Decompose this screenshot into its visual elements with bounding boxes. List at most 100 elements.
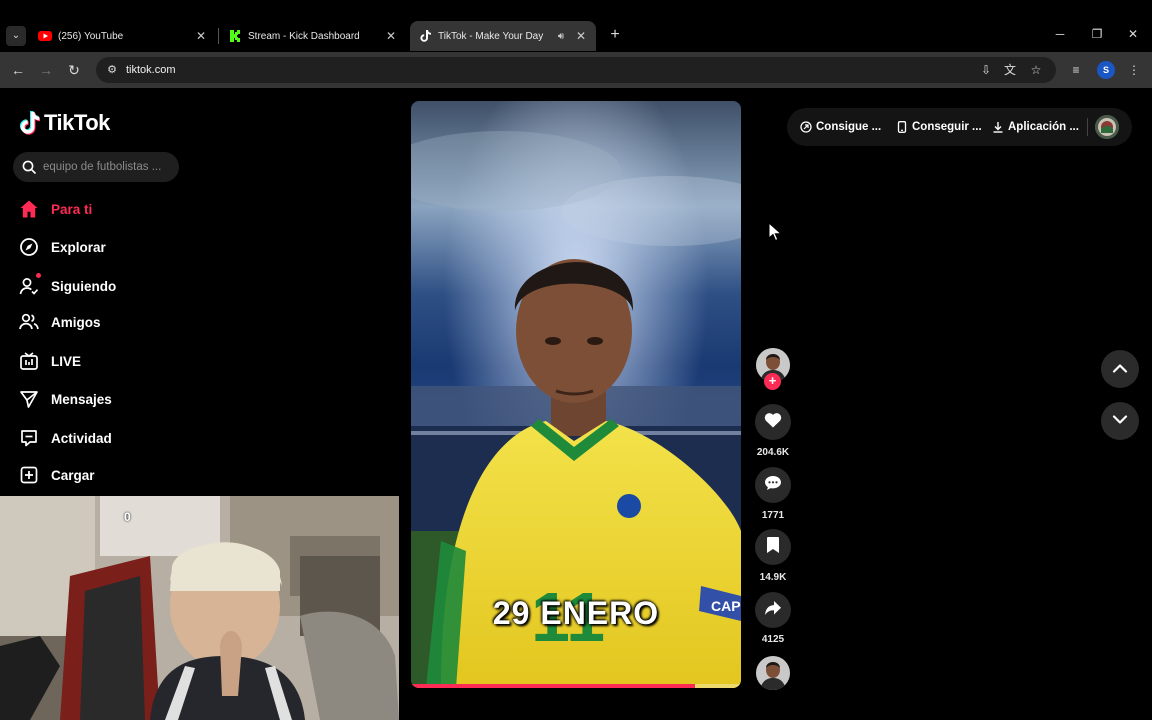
kick-icon — [228, 29, 242, 43]
reading-list-icon[interactable]: ≡ — [1066, 60, 1086, 80]
speaker-icon[interactable]: 🔊︎ — [554, 31, 568, 42]
youtube-icon — [38, 29, 52, 43]
music-disc-avatar[interactable] — [756, 656, 790, 690]
logo-text: TikTok — [44, 110, 110, 135]
topbar-divider — [1087, 118, 1088, 136]
tab-divider — [218, 28, 219, 44]
mouse-cursor-icon — [768, 221, 783, 242]
search-icon — [22, 160, 36, 174]
get-coins-button[interactable]: Consigue ... — [800, 120, 881, 134]
reload-icon[interactable]: ↻ — [64, 60, 84, 80]
share-button[interactable] — [755, 592, 791, 628]
sidebar-item-label: Siguiendo — [51, 278, 117, 294]
tab-title: TikTok - Make Your Day — [438, 30, 544, 42]
sidebar-item-mensajes[interactable]: Mensajes — [18, 387, 112, 411]
profile-avatar[interactable]: S — [1097, 61, 1115, 79]
top-actions-bar: Consigue ... Conseguir ... Aplicación ..… — [787, 108, 1132, 146]
browser-toolbar: ← → ↻ ⚙ tiktok.com ⇩ 文 ☆ ≡ ⋮ — [0, 52, 1152, 88]
user-avatar[interactable] — [1095, 115, 1119, 139]
tab-title: Stream - Kick Dashboard — [248, 30, 360, 42]
save-button[interactable] — [755, 529, 791, 565]
sidebar-item-label: Explorar — [51, 239, 106, 255]
minimize-icon[interactable]: ─ — [1050, 24, 1070, 44]
download-app-button[interactable]: Aplicación ... — [992, 120, 1079, 134]
live-icon — [18, 350, 40, 372]
tab-kick[interactable]: Stream - Kick Dashboard ✕ — [220, 21, 406, 51]
back-icon[interactable]: ← — [8, 60, 28, 80]
coin-icon — [800, 121, 812, 133]
chevron-down-icon — [1112, 412, 1128, 430]
sidebar-item-siguiendo[interactable]: Siguiendo — [18, 273, 117, 298]
site-settings-icon[interactable]: ⚙ — [104, 62, 120, 78]
download-icon — [992, 121, 1004, 133]
comment-button[interactable] — [755, 467, 791, 503]
comment-icon — [764, 475, 782, 496]
messages-icon — [18, 388, 40, 410]
likes-count: 204.6K — [756, 447, 790, 458]
sidebar-item-label: Amigos — [51, 314, 101, 330]
search-box[interactable] — [13, 152, 179, 182]
restore-icon[interactable]: ❐ — [1087, 24, 1107, 44]
address-url: tiktok.com — [126, 64, 176, 76]
share-icon — [764, 600, 782, 621]
tiktok-icon — [418, 29, 432, 43]
sidebar-item-amigos[interactable]: Amigos — [18, 310, 101, 334]
sidebar-item-label: Para ti — [51, 201, 93, 217]
new-tab-button[interactable]: + — [606, 26, 624, 44]
video-progress-fill — [411, 684, 695, 688]
close-tab-icon[interactable]: ✕ — [384, 29, 398, 43]
saves-count: 14.9K — [759, 572, 787, 583]
sidebar-item-live[interactable]: LIVE — [18, 349, 81, 373]
tab-tiktok[interactable]: TikTok - Make Your Day 🔊︎ ✕ — [410, 21, 596, 51]
notification-dot — [36, 273, 41, 278]
like-button[interactable] — [755, 404, 791, 440]
tiktok-logo[interactable]: TikTok — [18, 110, 110, 136]
close-window-icon[interactable]: ✕ — [1123, 24, 1143, 44]
sidebar-item-para-ti[interactable]: Para ti — [18, 197, 92, 221]
menu-kebab-icon[interactable]: ⋮ — [1124, 60, 1144, 80]
video-caption: 29 ENERO — [492, 595, 660, 631]
tab-strip: ⌄ (256) YouTube ✕ Stream - Kick Dashboar… — [0, 0, 1152, 52]
sidebar-item-cargar[interactable]: Cargar — [18, 463, 95, 487]
get-app-button[interactable]: Conseguir ... — [896, 120, 982, 134]
forward-icon[interactable]: → — [36, 60, 56, 80]
top-action-label: Conseguir ... — [912, 121, 982, 133]
close-tab-icon[interactable]: ✕ — [194, 29, 208, 43]
video-player[interactable]: CAP 11 29 ENERO — [411, 101, 741, 688]
webcam-scene — [0, 496, 399, 720]
previous-video-button[interactable] — [1101, 350, 1139, 388]
sidebar-item-label: Actividad — [51, 430, 112, 446]
tab-title: (256) YouTube — [58, 30, 124, 42]
upload-icon — [18, 464, 40, 486]
address-bar[interactable]: ⚙ tiktok.com ⇩ 文 ☆ — [96, 57, 1056, 83]
sidebar-item-actividad[interactable]: Actividad — [18, 426, 112, 450]
sidebar-item-label: Mensajes — [51, 391, 112, 407]
compass-icon — [18, 236, 40, 258]
webcam-overlay-text: 0 — [124, 510, 131, 524]
sidebar-item-label: LIVE — [51, 353, 82, 369]
next-video-button[interactable] — [1101, 402, 1139, 440]
close-tab-icon[interactable]: ✕ — [574, 29, 588, 43]
tab-youtube[interactable]: (256) YouTube ✕ — [30, 21, 216, 51]
install-app-icon[interactable]: ⇩ — [978, 62, 994, 78]
sidebar-item-label: Cargar — [51, 467, 95, 483]
shares-count: 4125 — [761, 634, 785, 645]
top-action-label: Aplicación ... — [1008, 121, 1079, 133]
top-action-label: Consigue ... — [816, 121, 882, 133]
video-progress-bar[interactable] — [411, 684, 741, 688]
following-icon — [18, 273, 41, 297]
friends-icon — [18, 311, 40, 333]
heart-icon — [764, 412, 782, 433]
sidebar-item-explorar[interactable]: Explorar — [18, 235, 106, 259]
bookmark-star-icon[interactable]: ☆ — [1028, 62, 1044, 78]
comments-count: 1771 — [761, 510, 785, 521]
follow-plus-icon[interactable]: + — [764, 373, 781, 390]
phone-icon — [896, 121, 908, 133]
activity-icon — [18, 427, 40, 449]
tiktok-note-icon — [18, 111, 41, 135]
bookmark-icon — [766, 536, 780, 558]
search-input[interactable] — [43, 158, 173, 176]
chevron-up-icon — [1112, 360, 1128, 378]
translate-icon[interactable]: 文 — [1002, 62, 1018, 78]
tab-search-button[interactable]: ⌄ — [6, 26, 26, 46]
